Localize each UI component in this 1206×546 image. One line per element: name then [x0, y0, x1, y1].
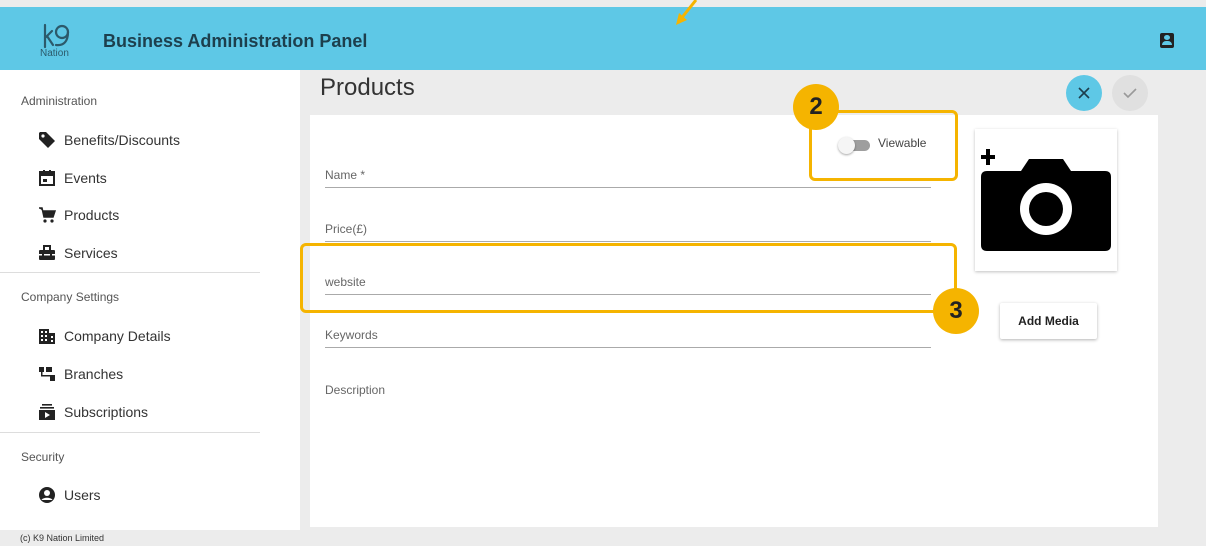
- sidebar-item-label: Products: [64, 207, 120, 223]
- annotation-arrow-icon: [676, 0, 698, 25]
- cart-icon: [37, 206, 57, 224]
- sidebar-item-company-details[interactable]: Company Details: [37, 327, 171, 345]
- sidebar-item-services[interactable]: Services: [37, 244, 118, 262]
- sidebar-item-users[interactable]: Users: [37, 486, 101, 504]
- sidebar-item-label: Benefits/Discounts: [64, 132, 180, 148]
- section-title-administration: Administration: [21, 94, 98, 108]
- keywords-field[interactable]: Keywords: [325, 324, 931, 348]
- sidebar-item-benefits-discounts[interactable]: Benefits/Discounts: [37, 131, 180, 149]
- building-icon: [37, 327, 57, 345]
- account-box-icon[interactable]: [1160, 33, 1174, 48]
- price-field-label: Price(£): [325, 222, 368, 236]
- sidebar-item-label: Branches: [64, 366, 124, 382]
- tag-icon: [37, 131, 57, 149]
- subscriptions-icon: [37, 403, 57, 421]
- name-field-label: Name *: [325, 168, 366, 182]
- toolbox-icon: [37, 244, 57, 262]
- media-upload-area[interactable]: [975, 129, 1117, 271]
- sidebar-item-events[interactable]: Events: [37, 169, 107, 187]
- user-circle-icon: [37, 486, 57, 504]
- sidebar-item-label: Users: [64, 487, 101, 503]
- footer-copyright: (c) K9 Nation Limited: [20, 533, 105, 543]
- sidebar: Administration Benefits/Discounts Events…: [0, 70, 300, 530]
- sidebar-divider: [0, 272, 260, 273]
- description-field-label: Description: [325, 383, 386, 397]
- sidebar-item-subscriptions[interactable]: Subscriptions: [37, 403, 148, 421]
- sidebar-divider: [0, 432, 260, 433]
- k9-nation-logo[interactable]: Nation: [40, 23, 80, 67]
- app-header: Nation Business Administration Panel: [0, 7, 1206, 70]
- sitemap-icon: [37, 365, 57, 383]
- highlight-website: [300, 243, 957, 313]
- section-title-company-settings: Company Settings: [21, 290, 120, 304]
- annotation-badge-3: 3: [933, 288, 979, 334]
- sidebar-item-label: Subscriptions: [64, 404, 149, 420]
- annotation-badge-2: 2: [793, 84, 839, 130]
- app-title: Business Administration Panel: [103, 31, 368, 51]
- sidebar-item-products[interactable]: Products: [37, 206, 119, 224]
- page-title: Products: [320, 74, 415, 101]
- add-media-button[interactable]: Add Media: [1000, 303, 1097, 339]
- sidebar-item-branches[interactable]: Branches: [37, 365, 123, 383]
- sidebar-item-label: Events: [64, 170, 107, 186]
- price-field[interactable]: Price(£): [325, 218, 931, 242]
- keywords-field-label: Keywords: [325, 328, 378, 342]
- close-icon: [1078, 87, 1090, 99]
- save-button[interactable]: [1112, 75, 1148, 111]
- description-field[interactable]: Description: [325, 381, 931, 501]
- section-title-security: Security: [21, 450, 65, 464]
- sidebar-item-label: Company Details: [64, 328, 171, 344]
- sidebar-item-label: Services: [64, 245, 118, 261]
- close-button[interactable]: [1066, 75, 1102, 111]
- add-photo-camera-icon: [981, 149, 1111, 251]
- k9-logo-icon: [43, 23, 70, 49]
- calendar-icon: [37, 169, 57, 187]
- logo-subtext: Nation: [40, 48, 69, 59]
- check-icon: [1123, 88, 1137, 99]
